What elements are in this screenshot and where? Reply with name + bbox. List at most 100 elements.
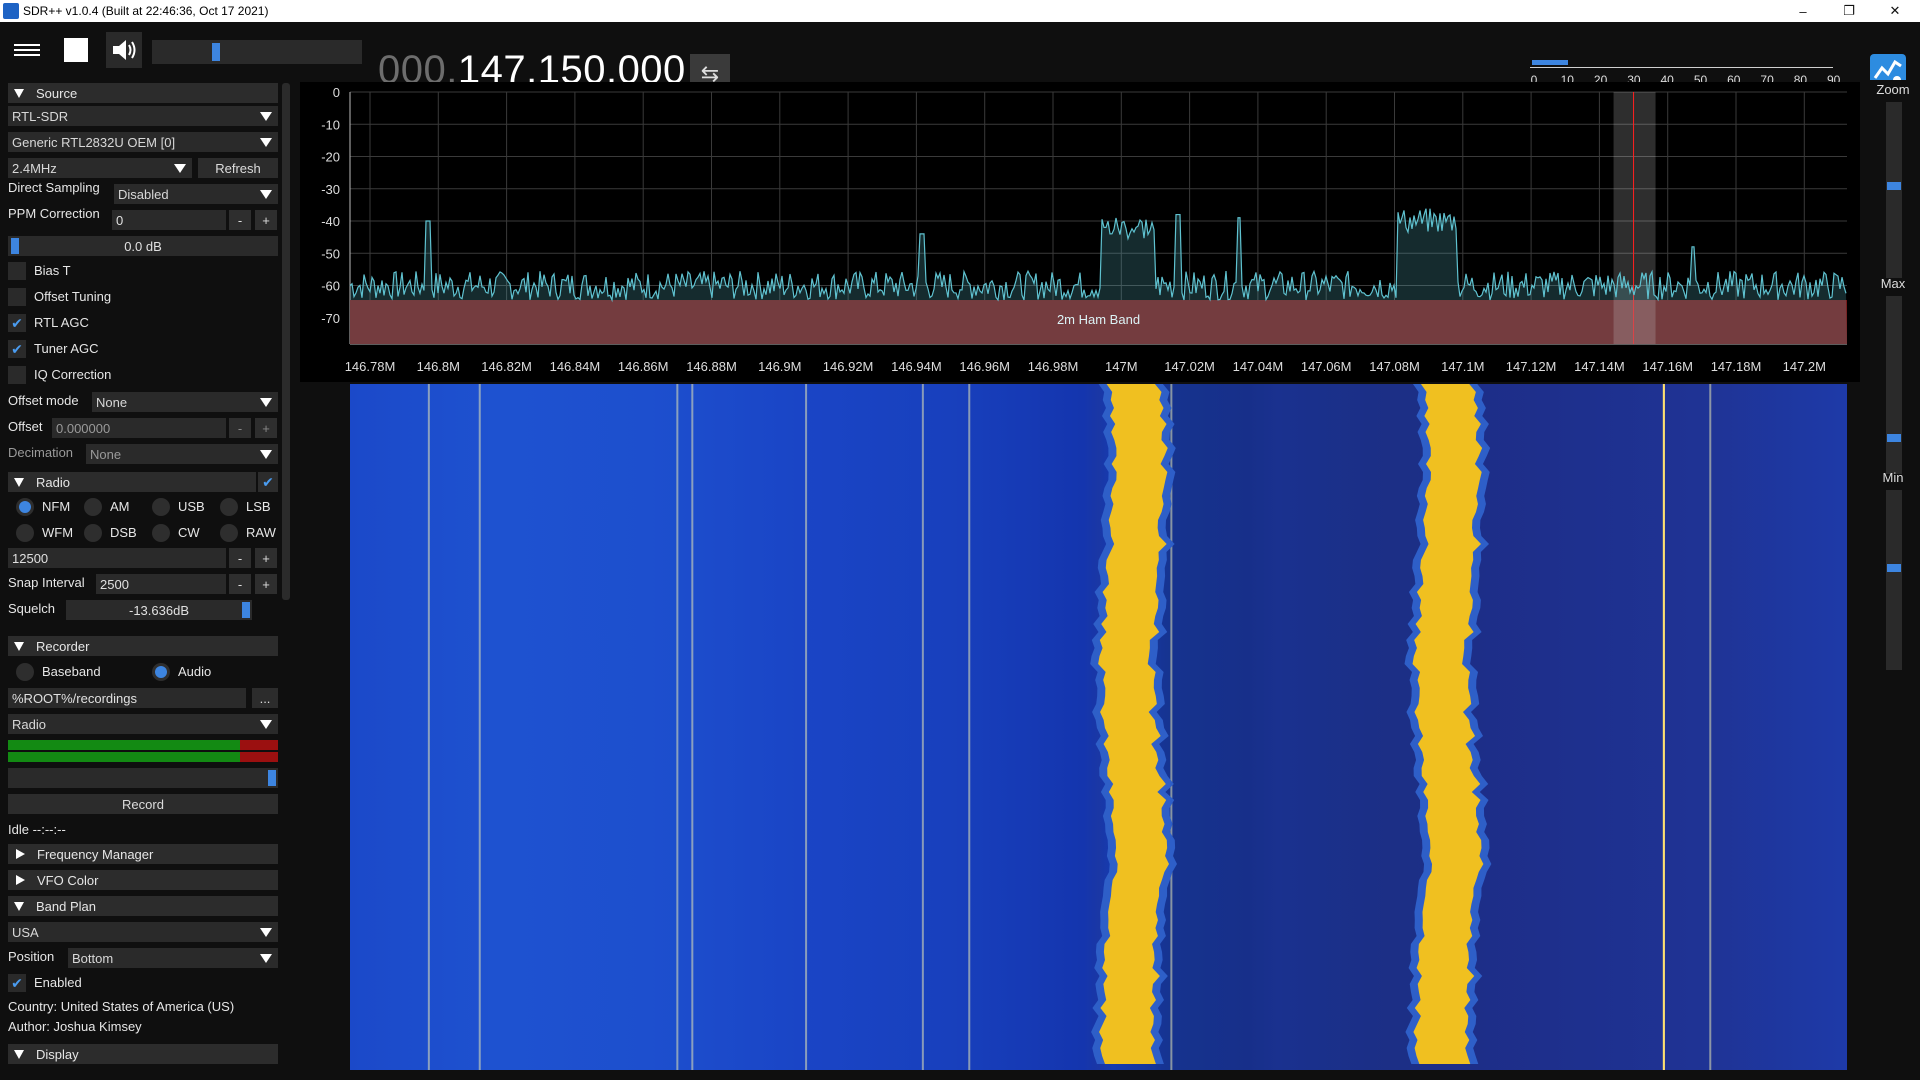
mode-radio-dsb[interactable]	[84, 524, 102, 542]
recorder-volume-knob[interactable]	[268, 770, 276, 786]
browse-button[interactable]: ...	[252, 688, 278, 708]
radio-header[interactable]: Radio	[8, 472, 256, 492]
recorder-volume-slider[interactable]	[8, 768, 278, 788]
source-header[interactable]: Source	[8, 83, 278, 103]
fft-x-tick-label: 147M	[1105, 359, 1138, 374]
offset-decrement-button[interactable]: -	[229, 418, 251, 438]
display-header[interactable]: Display	[8, 1044, 278, 1064]
tuner-agc-checkbox[interactable]: ✔	[8, 340, 26, 358]
direct-sampling-select[interactable]: Disabled	[114, 184, 278, 204]
gain-slider-knob[interactable]	[11, 238, 19, 254]
record-button[interactable]: Record	[8, 794, 278, 814]
restore-button[interactable]: ❐	[1826, 0, 1872, 22]
top-toolbar: 000.147.150.000 ⇆ 0 10 20 30 40 50 60 70 80 90	[0, 22, 1920, 94]
offset-tuning-checkbox[interactable]	[8, 288, 26, 306]
stop-button[interactable]	[58, 32, 94, 68]
volume-slider[interactable]	[152, 40, 362, 64]
mode-radio-cw[interactable]	[152, 524, 170, 542]
chevron-down-icon	[174, 164, 186, 173]
zoom-slider[interactable]	[1886, 102, 1902, 278]
close-button[interactable]: ✕	[1872, 0, 1918, 22]
frequency-manager-header[interactable]: Frequency Manager	[8, 844, 278, 864]
decimation-select[interactable]: None	[86, 444, 278, 464]
sidebar: Source RTL-SDR Generic RTL2832U OEM [0] …	[0, 80, 292, 1080]
minimize-button[interactable]: –	[1780, 0, 1826, 22]
audio-radio[interactable]	[152, 663, 170, 681]
rtl-agc-checkbox[interactable]: ✔	[8, 314, 26, 332]
snr-meter-axis	[1530, 67, 1833, 68]
recorder-header[interactable]: Recorder	[8, 636, 278, 656]
mode-label-wfm: WFM	[42, 525, 74, 540]
mode-radio-wfm[interactable]	[16, 524, 34, 542]
max-slider-knob[interactable]	[1887, 434, 1901, 442]
baseband-radio[interactable]	[16, 663, 34, 681]
source-header-label: Source	[36, 85, 78, 101]
band-plan-header[interactable]: Band Plan	[8, 896, 278, 916]
bandwidth-decrement-button[interactable]: -	[229, 548, 251, 568]
mute-button[interactable]	[106, 32, 142, 68]
waterfall-image[interactable]	[350, 384, 1847, 1070]
collapse-arrow-icon	[14, 901, 24, 911]
fft-x-tick-label: 147.1M	[1441, 359, 1484, 374]
fft-x-tick-label: 146.94M	[891, 359, 942, 374]
mode-radio-am[interactable]	[84, 498, 102, 516]
gain-slider[interactable]: 0.0 dB	[8, 236, 278, 256]
squelch-label: Squelch	[8, 601, 55, 616]
mode-label-lsb: LSB	[246, 499, 271, 514]
fft-y-tick-label: -20	[321, 150, 340, 165]
fft-x-tick-label: 147.02M	[1164, 359, 1215, 374]
fft-x-tick-label: 147.14M	[1574, 359, 1625, 374]
squelch-slider-knob[interactable]	[242, 602, 250, 618]
band-plan-author: Author: Joshua Kimsey	[8, 1019, 142, 1034]
fft-plot[interactable]: 0 -10 -20 -30 -40 -50 -60 -70 146.78M 146.8M 146.8…	[300, 82, 1860, 382]
vfo-color-label: VFO Color	[37, 872, 99, 888]
snap-increment-button[interactable]: +	[255, 574, 277, 594]
band-plan-select[interactable]: USA	[8, 922, 278, 942]
iq-correction-checkbox[interactable]	[8, 366, 26, 384]
zoom-slider-knob[interactable]	[1887, 182, 1901, 190]
refresh-button[interactable]: Refresh	[198, 158, 278, 178]
waterfall-carrier-line	[691, 384, 694, 1070]
vfo-color-header[interactable]: VFO Color	[8, 870, 278, 890]
mode-radio-nfm[interactable]	[16, 498, 34, 516]
recording-path-input[interactable]: %ROOT%/recordings	[8, 688, 246, 708]
menu-button[interactable]	[9, 32, 45, 68]
mode-radio-raw[interactable]	[220, 524, 238, 542]
offset-increment-button[interactable]: +	[255, 418, 277, 438]
mode-radio-usb[interactable]	[152, 498, 170, 516]
ppm-decrement-button[interactable]: -	[229, 210, 251, 230]
waterfall[interactable]	[300, 384, 1860, 1080]
band-plan-enabled-checkbox[interactable]: ✔	[8, 974, 26, 992]
waterfall-carrier-line	[1662, 384, 1665, 1070]
fft-spectrum[interactable]: 0 -10 -20 -30 -40 -50 -60 -70 146.78M 146.8M 146.8…	[300, 82, 1860, 382]
mode-label-dsb: DSB	[110, 525, 137, 540]
bias-t-checkbox[interactable]	[8, 262, 26, 280]
snap-interval-input[interactable]: 2500	[96, 574, 226, 594]
source-type-select[interactable]: RTL-SDR	[8, 106, 278, 126]
mode-label-nfm: NFM	[42, 499, 71, 514]
iq-correction-label: IQ Correction	[34, 367, 112, 382]
samplerate-select[interactable]: 2.4MHz	[8, 158, 192, 178]
waterfall-carrier-line	[921, 384, 924, 1070]
snap-decrement-button[interactable]: -	[229, 574, 251, 594]
offset-input[interactable]: 0.000000	[52, 418, 226, 438]
min-slider[interactable]	[1886, 490, 1902, 670]
waterfall-carrier-line	[1709, 384, 1712, 1070]
ppm-increment-button[interactable]: +	[255, 210, 277, 230]
volume-slider-knob[interactable]	[212, 43, 220, 61]
bandwidth-increment-button[interactable]: +	[255, 548, 277, 568]
max-slider[interactable]	[1886, 296, 1902, 474]
sidebar-scrollbar[interactable]	[282, 83, 290, 600]
mode-label-usb: USB	[178, 499, 205, 514]
radio-enable-checkbox[interactable]: ✔	[258, 472, 278, 492]
ppm-correction-input[interactable]: 0	[112, 210, 226, 230]
position-select[interactable]: Bottom	[68, 948, 278, 968]
bandwidth-input[interactable]: 12500	[8, 548, 226, 568]
offset-mode-select[interactable]: None	[92, 392, 278, 412]
audio-meter-right	[8, 752, 278, 762]
mode-radio-lsb[interactable]	[220, 498, 238, 516]
device-select[interactable]: Generic RTL2832U OEM [0]	[8, 132, 278, 152]
squelch-slider[interactable]: -13.636dB	[66, 600, 252, 620]
min-slider-knob[interactable]	[1887, 564, 1901, 572]
recorder-stream-select[interactable]: Radio	[8, 714, 278, 734]
